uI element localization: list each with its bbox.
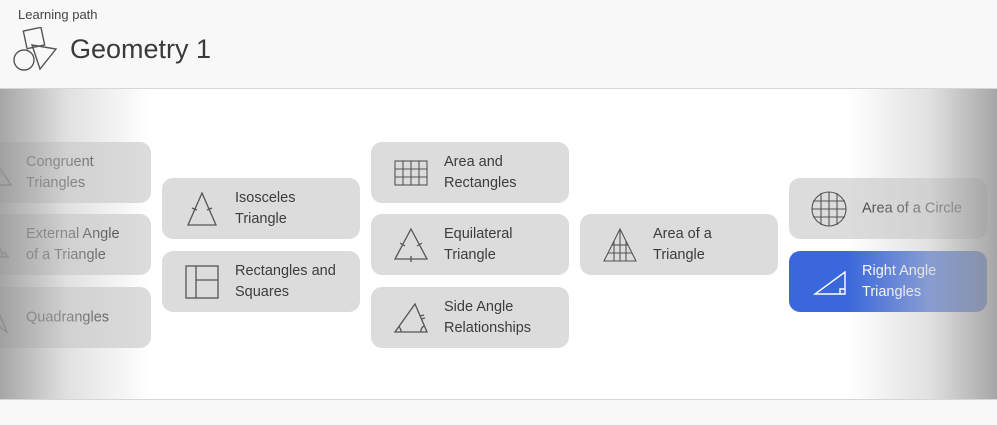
lesson-card-equilateral-triangle[interactable]: Equilateral Triangle [371, 214, 569, 275]
right-triangle-icon [809, 262, 849, 302]
lesson-label: Rectangles and Squares [235, 262, 336, 300]
lesson-label: Quadrangles [26, 309, 110, 325]
lesson-label: Area and Rectangles [444, 153, 517, 191]
triangle-area-icon [600, 225, 640, 265]
header: Learning path Geometry 1 [0, 0, 997, 88]
grid-rectangle-icon [391, 153, 431, 193]
lesson-card-quadrangles[interactable]: Quadrangles [0, 287, 151, 348]
scroll-fade-right [847, 89, 997, 399]
lesson-card-isosceles-triangle[interactable]: Isosceles Triangle [162, 178, 360, 239]
quadrangle-icon [0, 298, 13, 338]
lesson-card-circle-area[interactable]: Area of a Circle [789, 178, 987, 239]
learning-path-area[interactable]: Congruent Triangles External Angle of a … [0, 89, 997, 399]
lesson-label: Area of a Circle [862, 200, 962, 216]
lesson-card-rectangles-squares[interactable]: Rectangles and Squares [162, 251, 360, 312]
lesson-card-right-angle-triangles[interactable]: Right Angle Triangles [789, 251, 987, 312]
side-angle-icon [391, 298, 431, 338]
lesson-label: Side Angle Relationships [444, 298, 532, 336]
lesson-label: Area of a Triangle [653, 225, 712, 263]
lesson-card-triangle-area[interactable]: Area of a Triangle [580, 214, 778, 275]
lesson-card-external-angle[interactable]: External Angle of a Triangle [0, 214, 151, 275]
lesson-label: Congruent Triangles [26, 153, 94, 191]
external-angle-icon [0, 225, 13, 265]
footer [0, 400, 997, 425]
page-title: Geometry 1 [70, 34, 212, 64]
congruent-triangles-icon [0, 153, 13, 193]
lesson-label: Isosceles Triangle [235, 189, 296, 227]
isosceles-triangle-icon [182, 189, 222, 229]
lesson-label: External Angle of a Triangle [26, 225, 120, 263]
geometry-shapes-icon [12, 27, 58, 73]
equilateral-triangle-icon [391, 225, 431, 265]
breadcrumb-kicker: Learning path [18, 7, 98, 22]
lesson-label: Equilateral Triangle [444, 225, 513, 263]
lesson-card-area-rectangles[interactable]: Area and Rectangles [371, 142, 569, 203]
rectangles-squares-icon [182, 262, 222, 302]
lesson-card-side-angle[interactable]: Side Angle Relationships [371, 287, 569, 348]
lesson-card-congruent-triangles[interactable]: Congruent Triangles [0, 142, 151, 203]
lesson-label: Right Angle Triangles [862, 262, 937, 300]
circle-area-icon [809, 189, 849, 229]
